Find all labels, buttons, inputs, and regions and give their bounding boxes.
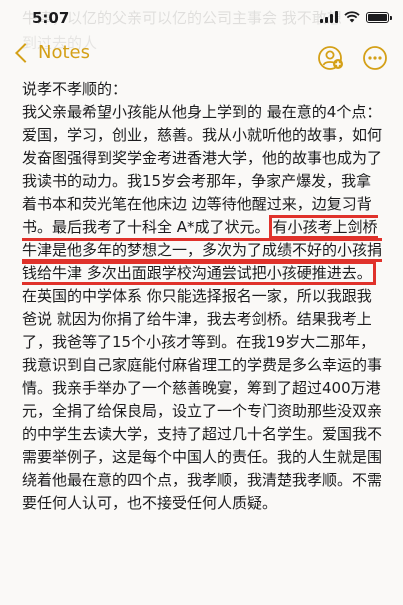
note-text: 我父亲最希望小孩能从他身上学到的 最在意的4个点：爱国，学习，创业，慈善。我从小… bbox=[22, 101, 386, 515]
background-ghost-text: 牛津，以亿的父亲可以亿的公司主事会 我不敢想 bbox=[22, 9, 342, 27]
note-title: 说孝不孝顺的： bbox=[22, 80, 128, 98]
note-paragraph-2: 在英国的中学体系 你只能选择报名一家，所以我跟我爸说 就因为你捐了给牛津，我去考… bbox=[22, 287, 383, 512]
back-label: Notes bbox=[38, 42, 90, 63]
add-person-icon[interactable] bbox=[317, 44, 345, 72]
back-button[interactable]: Notes bbox=[12, 42, 90, 63]
nav-bar: Notes bbox=[0, 38, 403, 78]
more-icon[interactable] bbox=[361, 44, 389, 72]
chevron-left-icon bbox=[15, 42, 35, 63]
note-body[interactable]: 说孝不孝顺的： 我父亲最希望小孩能从他身上学到的 最在意的4个点：爱国，学习，创… bbox=[22, 78, 386, 515]
